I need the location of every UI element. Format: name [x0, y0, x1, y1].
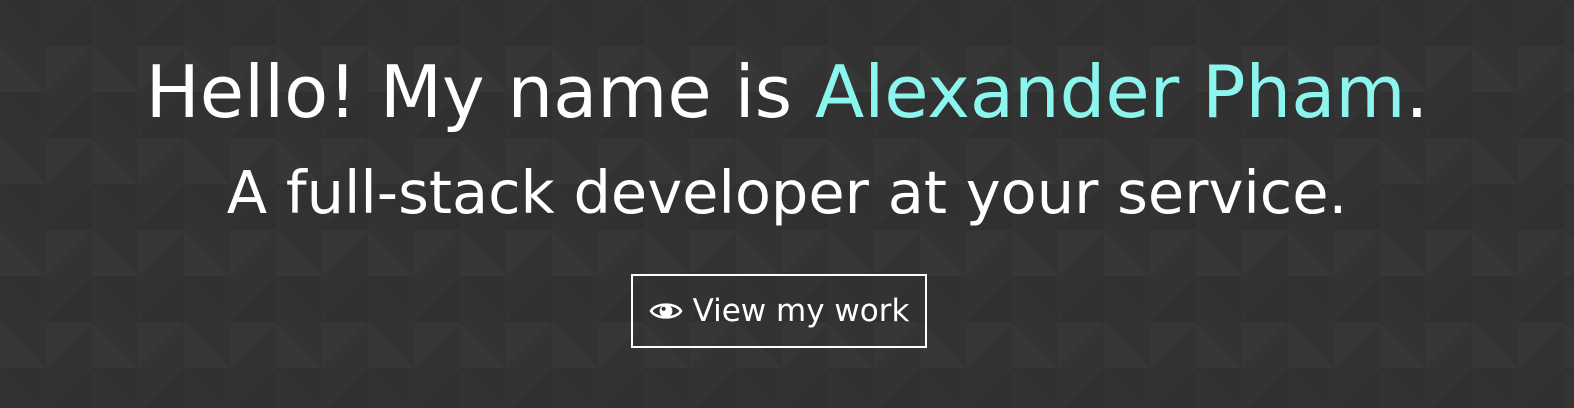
hero-headline: Hello! My name is Alexander Pham. [0, 44, 1574, 140]
headline-prefix: Hello! My name is [145, 50, 815, 134]
eye-icon [649, 299, 683, 323]
headline-suffix: . [1405, 50, 1429, 134]
headline-name: Alexander Pham [815, 50, 1406, 134]
view-my-work-button[interactable]: View my work [631, 274, 927, 348]
hero-tagline: A full-stack developer at your service. [226, 158, 1348, 227]
view-my-work-label: View my work [692, 293, 910, 329]
hero-section: Hello! My name is Alexander Pham. A full… [0, 0, 1574, 408]
